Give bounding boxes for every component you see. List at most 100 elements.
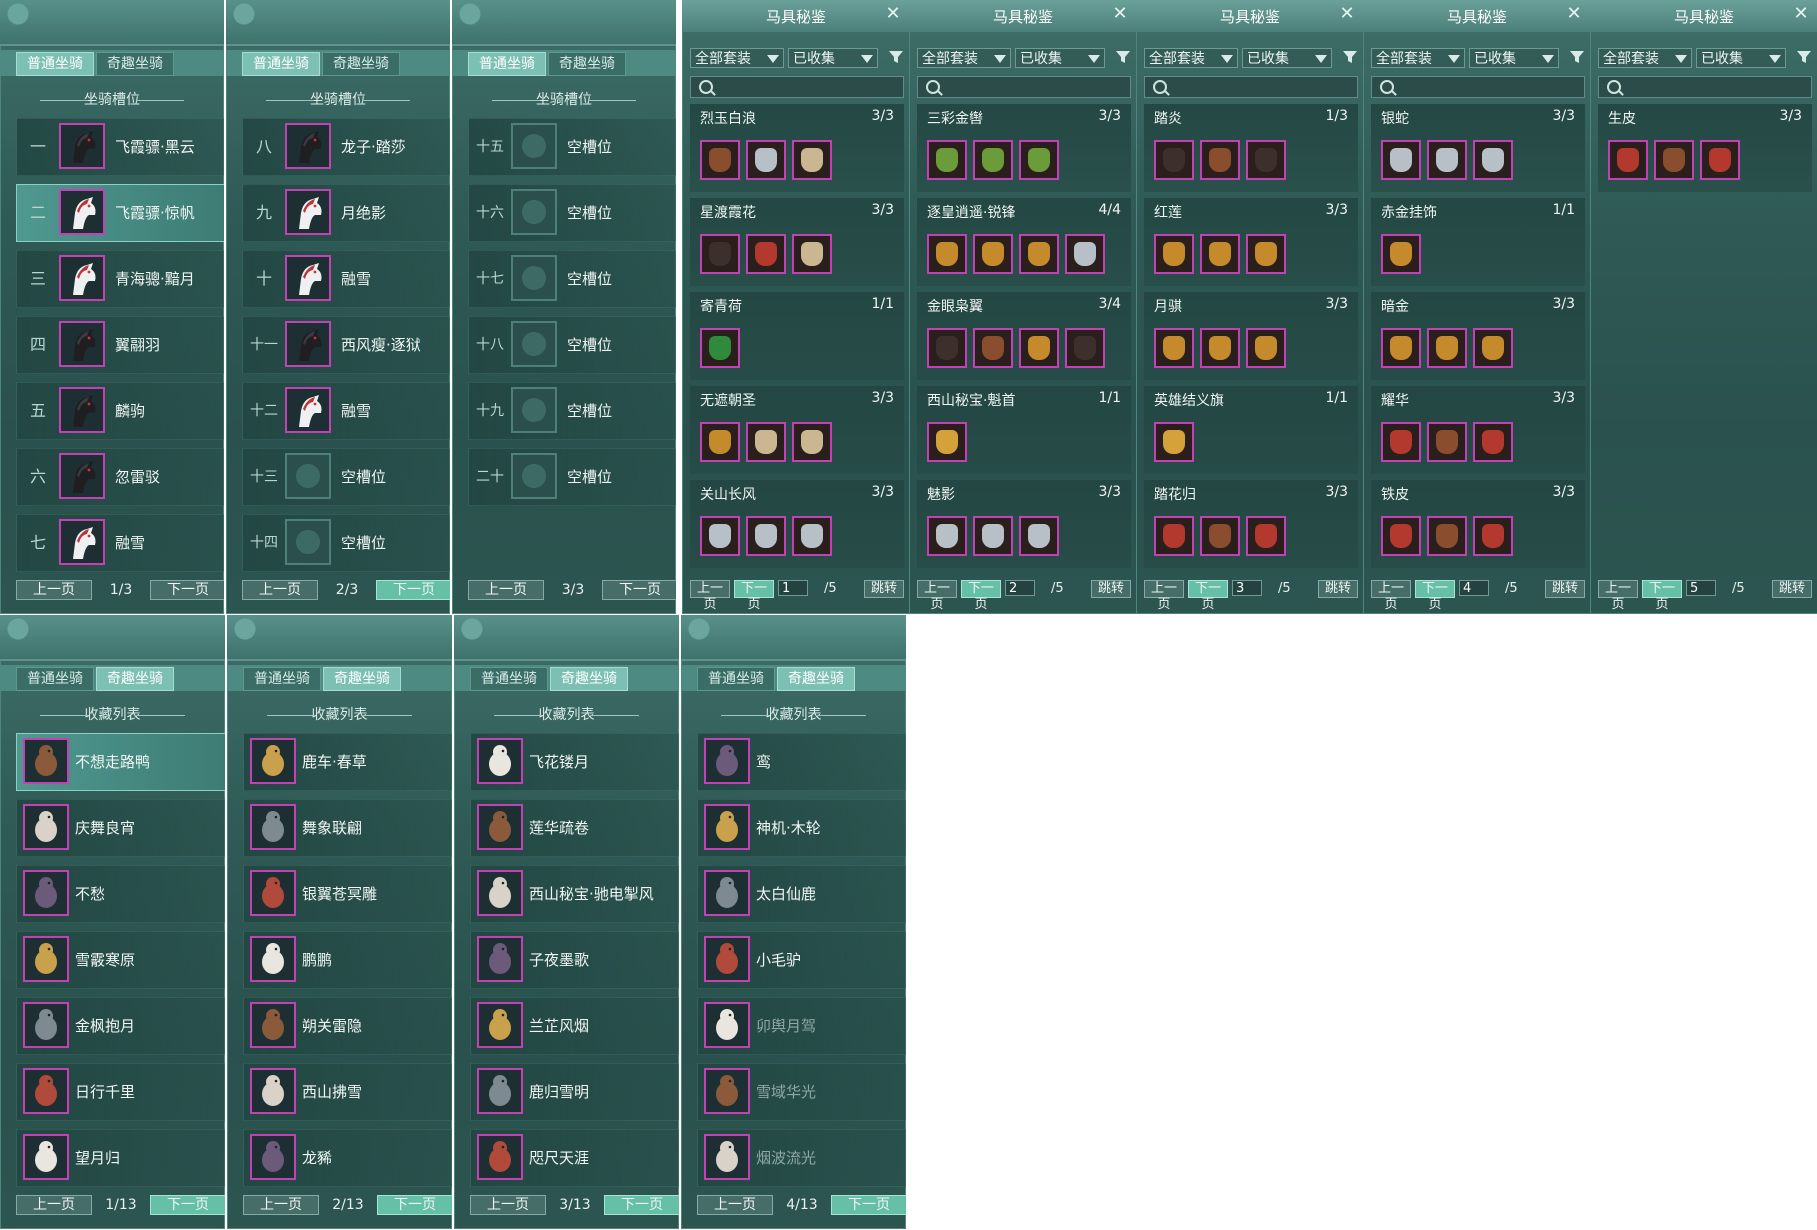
collection-row[interactable]: 舞象联翩 (243, 799, 452, 857)
next-page-button[interactable]: 下一页 (604, 1195, 679, 1215)
tab-fun-mounts[interactable]: 奇趣坐骑 (96, 667, 174, 691)
tack-item-icon[interactable] (1200, 328, 1240, 368)
tack-item-icon[interactable] (1473, 328, 1513, 368)
tack-item-icon[interactable] (1427, 516, 1467, 556)
slot-row[interactable]: 十八 空槽位 (468, 316, 676, 374)
tack-item-icon[interactable] (1154, 516, 1194, 556)
tab-normal-mounts[interactable]: 普通坐骑 (242, 52, 320, 76)
search-input[interactable] (690, 76, 904, 98)
tack-item-icon[interactable] (1154, 140, 1194, 180)
tack-item-icon[interactable] (1200, 516, 1240, 556)
tack-item-icon[interactable] (700, 516, 740, 556)
collection-row[interactable]: 鹿车·春草 (243, 733, 452, 791)
page-input[interactable]: 2 (1005, 580, 1035, 596)
tab-fun-mounts[interactable]: 奇趣坐骑 (777, 667, 855, 691)
next-page-button[interactable]: 下一页 (150, 1195, 225, 1215)
filter-collected-dropdown[interactable]: 已收集 (1469, 48, 1559, 68)
funnel-icon[interactable] (1569, 49, 1585, 65)
next-page-button[interactable]: 下一页 (734, 580, 774, 612)
next-page-button[interactable]: 下一页 (961, 580, 1001, 612)
tack-item-icon[interactable] (1019, 328, 1059, 368)
slot-row[interactable]: 七 融雪 (16, 514, 224, 572)
next-page-button[interactable]: 下一页 (376, 580, 450, 600)
slot-row[interactable]: 十四 空槽位 (242, 514, 450, 572)
tack-item-icon[interactable] (792, 516, 832, 556)
jump-button[interactable]: 跳转 (1772, 580, 1812, 598)
prev-page-button[interactable]: 上一页 (470, 1195, 546, 1215)
funnel-icon[interactable] (1796, 49, 1812, 65)
collection-row[interactable]: 莲华疏卷 (470, 799, 679, 857)
next-page-button[interactable]: 下一页 (1188, 580, 1228, 612)
tab-fun-mounts[interactable]: 奇趣坐骑 (96, 52, 174, 76)
close-icon[interactable]: ✕ (884, 5, 902, 23)
search-input[interactable] (1144, 76, 1358, 98)
search-input[interactable] (917, 76, 1131, 98)
collection-row[interactable]: 不愁 (16, 865, 225, 923)
jump-button[interactable]: 跳转 (1545, 580, 1585, 598)
tack-item-icon[interactable] (1473, 422, 1513, 462)
tack-item-icon[interactable] (792, 234, 832, 274)
jump-button[interactable]: 跳转 (1318, 580, 1358, 598)
tab-normal-mounts[interactable]: 普通坐骑 (16, 52, 94, 76)
tack-item-icon[interactable] (1065, 234, 1105, 274)
tack-item-icon[interactable] (973, 234, 1013, 274)
slot-row[interactable]: 一 飞霞骠·黑云 (16, 118, 224, 176)
tack-item-icon[interactable] (700, 140, 740, 180)
collection-row[interactable]: 日行千里 (16, 1063, 225, 1121)
collection-row[interactable]: 龙豨 (243, 1129, 452, 1187)
tack-item-icon[interactable] (927, 234, 967, 274)
funnel-icon[interactable] (1342, 49, 1358, 65)
tack-item-icon[interactable] (1427, 328, 1467, 368)
tack-item-icon[interactable] (1381, 516, 1421, 556)
next-page-button[interactable]: 下一页 (1415, 580, 1455, 612)
page-input[interactable]: 5 (1686, 580, 1716, 596)
prev-page-button[interactable]: 上一页 (1144, 580, 1184, 612)
collection-row[interactable]: 飞花镂月 (470, 733, 679, 791)
tab-normal-mounts[interactable]: 普通坐骑 (697, 667, 775, 691)
close-icon[interactable]: ✕ (1792, 5, 1810, 23)
collection-row[interactable]: 神机·木轮 (697, 799, 906, 857)
collection-row[interactable]: 不想走路鸭 (16, 733, 225, 791)
close-icon[interactable]: ✕ (1565, 5, 1583, 23)
tack-item-icon[interactable] (1381, 422, 1421, 462)
prev-page-button[interactable]: 上一页 (697, 1195, 773, 1215)
tack-item-icon[interactable] (1427, 140, 1467, 180)
tack-item-icon[interactable] (1154, 234, 1194, 274)
slot-row[interactable]: 十二 融雪 (242, 382, 450, 440)
tack-item-icon[interactable] (1246, 328, 1286, 368)
tack-item-icon[interactable] (1200, 140, 1240, 180)
tack-item-icon[interactable] (746, 516, 786, 556)
collection-row[interactable]: 银翼苍冥雕 (243, 865, 452, 923)
collection-row[interactable]: 咫尺天涯 (470, 1129, 679, 1187)
slot-row[interactable]: 八 龙子·踏莎 (242, 118, 450, 176)
tack-item-icon[interactable] (746, 234, 786, 274)
slot-row[interactable]: 二 飞霞骠·惊帆 (16, 184, 224, 242)
filter-collected-dropdown[interactable]: 已收集 (1015, 48, 1105, 68)
tack-item-icon[interactable] (1381, 234, 1421, 274)
collection-row[interactable]: 望月归 (16, 1129, 225, 1187)
tack-item-icon[interactable] (1381, 140, 1421, 180)
prev-page-button[interactable]: 上一页 (1598, 580, 1638, 612)
tack-item-icon[interactable] (1608, 140, 1648, 180)
prev-page-button[interactable]: 上一页 (468, 580, 544, 600)
tack-item-icon[interactable] (1154, 422, 1194, 462)
tack-item-icon[interactable] (1427, 422, 1467, 462)
tack-item-icon[interactable] (927, 516, 967, 556)
tack-item-icon[interactable] (1200, 234, 1240, 274)
tack-item-icon[interactable] (1473, 516, 1513, 556)
collection-row[interactable]: 西山秘宝·驰电掣风 (470, 865, 679, 923)
slot-row[interactable]: 三 青海骢·黯月 (16, 250, 224, 308)
collection-row[interactable]: 兰芷风烟 (470, 997, 679, 1055)
tack-item-icon[interactable] (1246, 140, 1286, 180)
collection-row[interactable]: 金枫抱月 (16, 997, 225, 1055)
collection-row[interactable]: 鸾 (697, 733, 906, 791)
slot-row[interactable]: 十 融雪 (242, 250, 450, 308)
close-icon[interactable]: ✕ (1338, 5, 1356, 23)
filter-all-sets-dropdown[interactable]: 全部套装 (1371, 48, 1465, 68)
prev-page-button[interactable]: 上一页 (690, 580, 730, 612)
page-input[interactable]: 3 (1232, 580, 1262, 596)
tab-normal-mounts[interactable]: 普通坐骑 (470, 667, 548, 691)
slot-row[interactable]: 二十 空槽位 (468, 448, 676, 506)
tack-item-icon[interactable] (746, 140, 786, 180)
tack-item-icon[interactable] (1246, 234, 1286, 274)
